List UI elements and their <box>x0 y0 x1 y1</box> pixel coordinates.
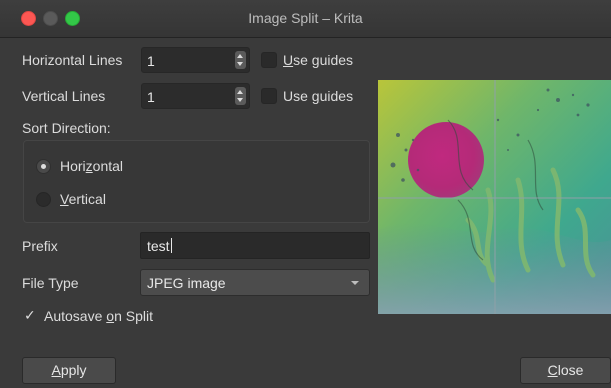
sort-vertical-label[interactable]: Vertical <box>60 191 106 207</box>
sort-vertical-radio[interactable] <box>36 192 51 207</box>
autosave-checkbox[interactable]: ✓ <box>24 307 36 324</box>
title-bar: Image Split – Krita <box>0 0 611 38</box>
horizontal-use-guides-label[interactable]: Use guides <box>283 52 353 68</box>
split-preview-image <box>378 80 611 314</box>
window-title: Image Split – Krita <box>248 10 363 26</box>
vertical-lines-stepper-icon[interactable] <box>235 87 246 105</box>
sort-direction-label: Sort Direction: <box>22 120 111 136</box>
chevron-down-icon[interactable] <box>351 281 359 285</box>
horizontal-lines-value[interactable]: 1 <box>147 53 155 69</box>
file-type-value[interactable]: JPEG image <box>147 275 226 291</box>
prefix-label: Prefix <box>22 238 58 254</box>
prefix-input[interactable]: test <box>140 232 370 259</box>
vertical-lines-label: Vertical Lines <box>22 88 106 104</box>
apply-button[interactable]: Apply <box>22 357 116 384</box>
vertical-use-guides-label[interactable]: Use guides <box>283 88 353 104</box>
horizontal-lines-label: Horizontal Lines <box>22 52 123 68</box>
horizontal-lines-stepper-icon[interactable] <box>235 51 246 69</box>
close-button[interactable]: Close <box>520 357 611 384</box>
horizontal-lines-spinbox[interactable]: 1 <box>141 47 250 73</box>
sort-horizontal-radio[interactable] <box>36 159 51 174</box>
horizontal-use-guides-checkbox[interactable] <box>261 52 277 68</box>
file-type-select[interactable]: JPEG image <box>140 269 370 296</box>
vertical-lines-value[interactable]: 1 <box>147 89 155 105</box>
prefix-value[interactable]: test <box>147 238 172 254</box>
vertical-use-guides-checkbox[interactable] <box>261 88 277 104</box>
autosave-label[interactable]: Autosave on Split <box>44 308 153 324</box>
sort-direction-group: Horizontal Vertical <box>23 140 370 223</box>
vertical-lines-spinbox[interactable]: 1 <box>141 83 250 109</box>
sort-horizontal-label[interactable]: Horizontal <box>60 158 123 174</box>
file-type-label: File Type <box>22 275 79 291</box>
image-split-dialog: Image Split – Krita Horizontal Lines 1 U… <box>0 0 611 388</box>
